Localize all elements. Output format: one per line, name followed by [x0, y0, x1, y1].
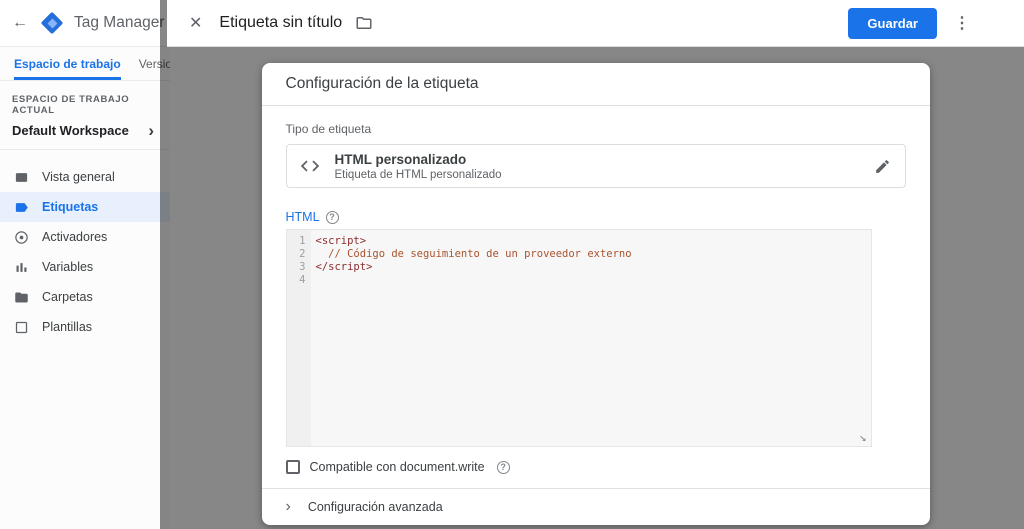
variables-icon [16, 262, 27, 272]
template-icon [15, 321, 28, 333]
html-field-header: HTML ? [286, 210, 906, 224]
help-icon[interactable]: ? [325, 210, 339, 224]
current-workspace-section-label: ESPACIO DE TRABAJO ACTUAL [12, 94, 130, 116]
sidebar-item-label: Variables [42, 260, 94, 274]
sidebar-item-label: Vista general [42, 170, 115, 184]
sidebar-item-label: Carpetas [42, 290, 93, 304]
tag-type-name: HTML personalizado [334, 151, 467, 167]
sidebar-item-variables[interactable]: Variables [0, 252, 170, 282]
workspace-selector[interactable]: Default Workspace › [0, 119, 170, 150]
tag-type-section-label: Tipo de etiqueta [285, 122, 372, 136]
tag-manager-logo-icon [40, 11, 64, 35]
sidebar-item-label: Etiquetas [42, 200, 99, 214]
sidebar-header: ← Tag Manager [0, 0, 170, 47]
tag-type-description: Etiqueta de HTML personalizado [334, 168, 502, 181]
code-line: <script> [315, 235, 367, 247]
sidebar-nav: Vista general Etiquetas Activadores Vari… [0, 150, 170, 342]
code-area[interactable]: <script> // Código de seguimiento de un … [311, 230, 632, 446]
code-line: </script> [315, 261, 373, 273]
sidebar-item-label: Plantillas [42, 320, 93, 334]
trigger-icon [15, 230, 28, 244]
save-button[interactable]: Guardar [848, 7, 937, 39]
screen: ← Tag Manager Espacio de trabajo Version… [0, 0, 1024, 529]
document-write-label: Compatible con document.write [309, 460, 485, 474]
workspace-name: Default Workspace [12, 123, 129, 138]
tag-type-texts: HTML personalizado Etiqueta de HTML pers… [335, 152, 860, 181]
advanced-settings-toggle[interactable]: › Configuración avanzada [261, 488, 930, 525]
card-body: Tipo de etiqueta HTML personalizado Etiq… [262, 106, 930, 488]
tag-title: Etiqueta sin título [219, 14, 343, 31]
overview-icon [15, 172, 28, 182]
sidebar-item-label: Activadores [42, 230, 108, 244]
help-icon[interactable]: ? [496, 460, 510, 474]
tab-espacio-de-trabajo[interactable]: Espacio de trabajo [14, 47, 121, 80]
line-number: 4 [299, 274, 306, 286]
document-write-row: Compatible con document.write ? [285, 460, 906, 474]
tag-type-selector[interactable]: HTML personalizado Etiqueta de HTML pers… [285, 144, 906, 188]
chevron-right-icon: › [148, 120, 154, 140]
advanced-settings-label: Configuración avanzada [307, 500, 443, 514]
sidebar: ← Tag Manager Espacio de trabajo Version… [0, 0, 170, 529]
move-to-folder-icon[interactable] [355, 14, 373, 32]
tag-editor-panel: ✕ Etiqueta sin título Guardar ⋮ Configur… [167, 0, 1024, 529]
code-line: // Código de seguimiento de un proveedor… [315, 248, 632, 260]
tag-editor-topbar: ✕ Etiqueta sin título Guardar ⋮ [167, 0, 1024, 47]
edit-pencil-icon[interactable] [874, 158, 891, 175]
sidebar-item-activadores[interactable]: Activadores [0, 222, 170, 252]
chevron-right-icon: › [285, 498, 291, 515]
kebab-menu-icon[interactable]: ⋮ [950, 13, 974, 33]
sidebar-item-carpetas[interactable]: Carpetas [0, 282, 170, 312]
app-title: Tag Manager [74, 14, 165, 31]
back-arrow-icon[interactable]: ← [10, 14, 30, 32]
line-number: 1 [299, 235, 306, 247]
line-number: 3 [299, 261, 306, 273]
overlay-scrim: ✕ Etiqueta sin título Guardar ⋮ Configur… [160, 0, 1024, 529]
tag-editor-content: Configuración de la etiqueta Tipo de eti… [167, 47, 1024, 529]
line-number-gutter: 1 2 3 4 [286, 230, 311, 446]
close-icon[interactable]: ✕ [185, 11, 206, 35]
tag-icon [15, 202, 28, 212]
line-number: 2 [299, 248, 306, 260]
sidebar-item-plantillas[interactable]: Plantillas [0, 312, 170, 342]
tag-config-card: Configuración de la etiqueta Tipo de eti… [261, 63, 930, 525]
workspace-tabs: Espacio de trabajo Versiones [0, 47, 170, 81]
resize-handle-icon[interactable]: ↘ [859, 431, 866, 444]
code-brackets-icon [300, 160, 319, 172]
card-title: Configuración de la etiqueta [261, 63, 930, 106]
sidebar-item-etiquetas[interactable]: Etiquetas [0, 192, 170, 222]
html-field-label: HTML [285, 210, 320, 224]
document-write-checkbox[interactable] [285, 460, 300, 474]
folder-icon [15, 292, 28, 302]
html-code-editor[interactable]: 1 2 3 4 <script> // Código de seguimient… [285, 229, 872, 447]
sidebar-item-vista-general[interactable]: Vista general [0, 162, 170, 192]
